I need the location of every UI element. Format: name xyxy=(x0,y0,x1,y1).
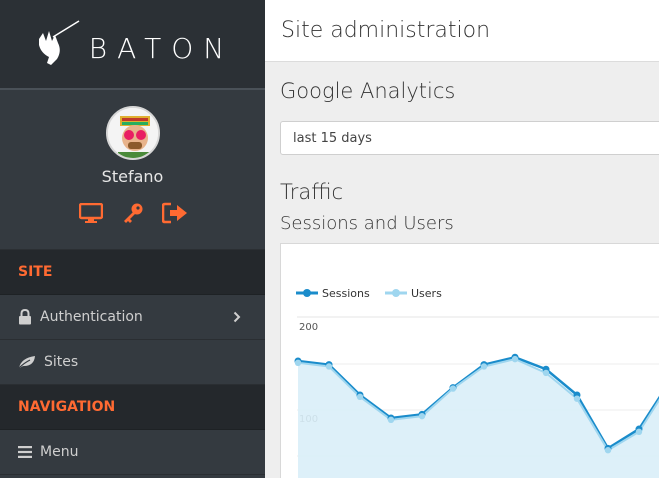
main-content: Site administration Google Analytics las… xyxy=(265,0,659,478)
period-select[interactable]: last 15 days xyxy=(280,121,659,155)
section-title-navigation: NAVIGATION xyxy=(0,385,265,430)
users-point xyxy=(356,393,364,401)
dashboard: Google Analytics last 15 days Traffic Se… xyxy=(265,79,659,478)
brand-logo[interactable]: BATON xyxy=(31,19,234,69)
logout-button[interactable] xyxy=(161,200,188,226)
users-area xyxy=(298,359,659,478)
users-point xyxy=(604,447,612,454)
users-point xyxy=(418,412,426,420)
brand-header: BATON xyxy=(0,0,265,90)
sessions-users-chart: 200100SessionsUsers xyxy=(280,243,659,478)
legend-users-label: Users xyxy=(411,287,442,300)
sidebar-item-sites[interactable]: Sites xyxy=(0,340,265,385)
lock-icon xyxy=(18,309,40,325)
chart-y-tick-label: 200 xyxy=(299,322,318,333)
users-point xyxy=(573,395,581,402)
avatar xyxy=(105,106,160,160)
chevron-right-icon xyxy=(233,311,241,323)
chart-svg: 200100SessionsUsers xyxy=(294,287,659,478)
sidebar: BATON Stefano SITE Authentication Sites … xyxy=(0,0,265,478)
user-name: Stefano xyxy=(101,167,164,186)
users-point xyxy=(387,416,395,424)
users-point xyxy=(511,355,519,363)
sessions-users-title: Sessions and Users xyxy=(280,213,454,234)
legend-sessions-label: Sessions xyxy=(322,287,370,300)
page-title: Site administration xyxy=(281,18,491,43)
view-site-button[interactable] xyxy=(78,200,104,226)
users-point xyxy=(480,363,488,370)
section-title-site: SITE xyxy=(0,250,265,295)
key-icon xyxy=(123,203,142,223)
sidebar-item-authentication[interactable]: Authentication xyxy=(0,295,265,340)
bars-icon xyxy=(18,446,40,458)
sidebar-item-label: Authentication xyxy=(40,309,143,325)
legend-users-marker xyxy=(392,289,400,297)
legend-sessions-marker xyxy=(303,289,311,297)
leaf-icon xyxy=(18,355,44,369)
page-header: Site administration xyxy=(265,0,659,62)
brand-name: BATON xyxy=(88,31,235,65)
sidebar-item-menu[interactable]: Menu xyxy=(0,430,265,475)
users-point xyxy=(635,428,643,435)
monitor-icon xyxy=(78,203,103,223)
users-point xyxy=(542,369,550,377)
sidebar-item-label: Menu xyxy=(40,444,79,460)
users-point xyxy=(294,359,302,366)
user-profile: Stefano xyxy=(0,90,265,250)
profile-actions xyxy=(78,200,188,226)
conductor-hand-icon xyxy=(38,20,80,65)
users-point xyxy=(325,363,333,370)
users-point xyxy=(449,385,457,392)
sign-out-icon xyxy=(161,202,187,224)
analytics-title: Google Analytics xyxy=(280,79,456,103)
sidebar-item-label: Sites xyxy=(44,354,79,370)
traffic-title: Traffic xyxy=(280,180,344,204)
change-password-button[interactable] xyxy=(120,200,146,226)
